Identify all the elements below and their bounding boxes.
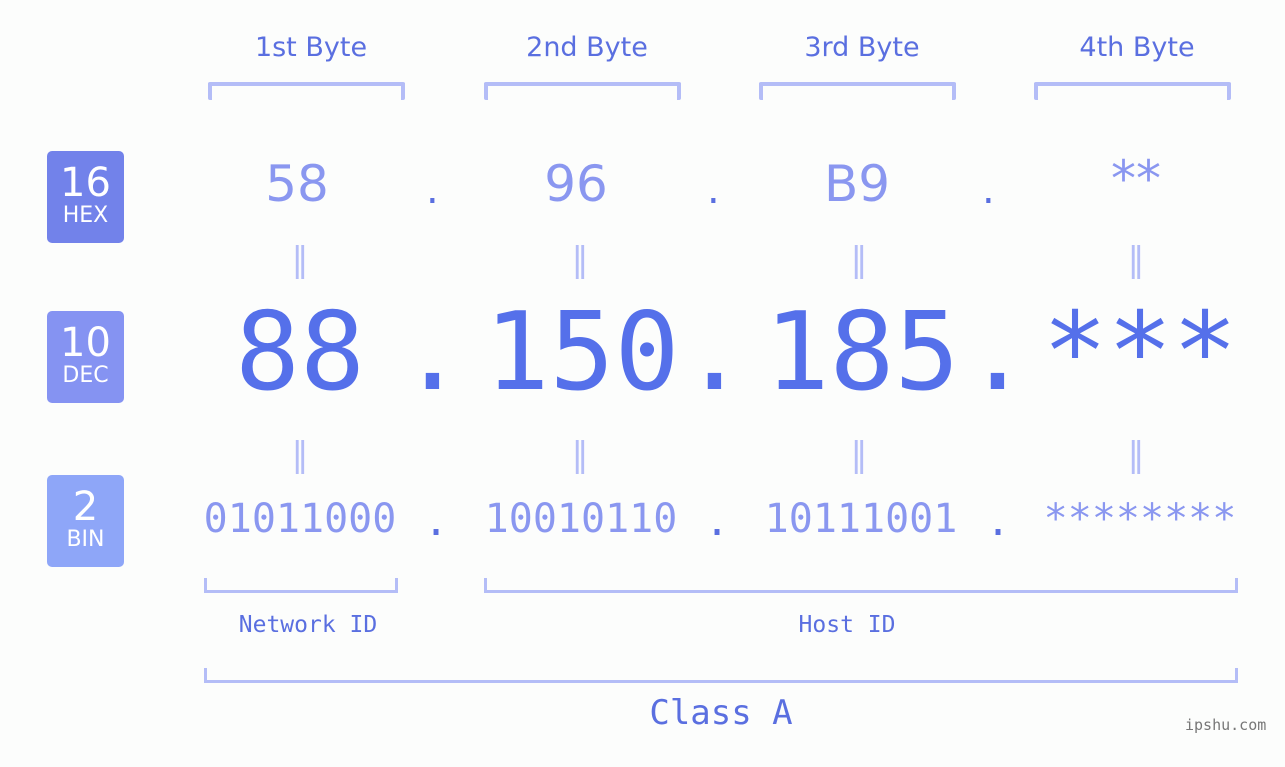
dec-base: 10 bbox=[60, 320, 111, 366]
byte-bracket-3 bbox=[759, 82, 956, 100]
hex-separator: . bbox=[707, 167, 720, 213]
bin-byte-1: 01011000 bbox=[203, 496, 397, 542]
dec-byte-1: 88 bbox=[234, 290, 366, 415]
bin-byte-3: 10111001 bbox=[764, 496, 958, 542]
equals-sign: ‖ bbox=[291, 435, 309, 475]
byte-header-3: 3rd Byte bbox=[804, 32, 920, 63]
hex-label: HEX bbox=[62, 203, 109, 228]
dec-byte-3: 185 bbox=[764, 290, 960, 415]
dec-badge: 10 DEC bbox=[47, 311, 124, 403]
hex-separator: . bbox=[982, 167, 995, 213]
dec-separator: . bbox=[965, 290, 1031, 415]
equals-sign: ‖ bbox=[571, 240, 589, 280]
host-id-label: Host ID bbox=[798, 612, 896, 638]
hex-base: 16 bbox=[60, 160, 111, 206]
bin-badge: 2 BIN bbox=[47, 475, 124, 567]
byte-bracket-1 bbox=[208, 82, 405, 100]
byte-header-2: 2nd Byte bbox=[526, 32, 648, 63]
bin-label: BIN bbox=[66, 527, 105, 552]
network-id-label: Network ID bbox=[238, 612, 378, 638]
dec-separator: . bbox=[682, 290, 748, 415]
hex-separator: . bbox=[426, 167, 439, 213]
hex-byte-3: B9 bbox=[823, 155, 891, 213]
equals-sign: ‖ bbox=[571, 435, 589, 475]
dec-separator: . bbox=[400, 290, 466, 415]
byte-header-1: 1st Byte bbox=[254, 32, 368, 63]
byte-bracket-4 bbox=[1034, 82, 1231, 100]
bin-separator: . bbox=[424, 499, 449, 545]
equals-sign: ‖ bbox=[291, 240, 309, 280]
bin-byte-4: ******** bbox=[1043, 496, 1237, 542]
network-id-bracket bbox=[204, 578, 398, 593]
hex-byte-1: 58 bbox=[265, 155, 329, 213]
hex-badge: 16 HEX bbox=[47, 151, 124, 243]
bin-byte-2: 10010110 bbox=[484, 496, 678, 542]
watermark: ipshu.com bbox=[1185, 716, 1267, 734]
equals-sign: ‖ bbox=[1127, 435, 1145, 475]
dec-byte-2: 150 bbox=[484, 290, 680, 415]
hex-byte-4: ** bbox=[1111, 150, 1161, 208]
equals-sign: ‖ bbox=[850, 435, 868, 475]
bin-separator: . bbox=[705, 499, 730, 545]
byte-header-4: 4th Byte bbox=[1079, 32, 1195, 63]
dec-label: DEC bbox=[62, 363, 109, 388]
bin-base: 2 bbox=[72, 484, 99, 530]
hex-byte-2: 96 bbox=[544, 155, 608, 213]
equals-sign: ‖ bbox=[1127, 240, 1145, 280]
bin-separator: . bbox=[986, 499, 1011, 545]
host-id-bracket bbox=[484, 578, 1238, 593]
class-bracket bbox=[204, 668, 1238, 683]
byte-bracket-2 bbox=[484, 82, 681, 100]
equals-sign: ‖ bbox=[850, 240, 868, 280]
dec-byte-4: *** bbox=[1042, 290, 1238, 415]
class-label: Class A bbox=[649, 693, 793, 733]
